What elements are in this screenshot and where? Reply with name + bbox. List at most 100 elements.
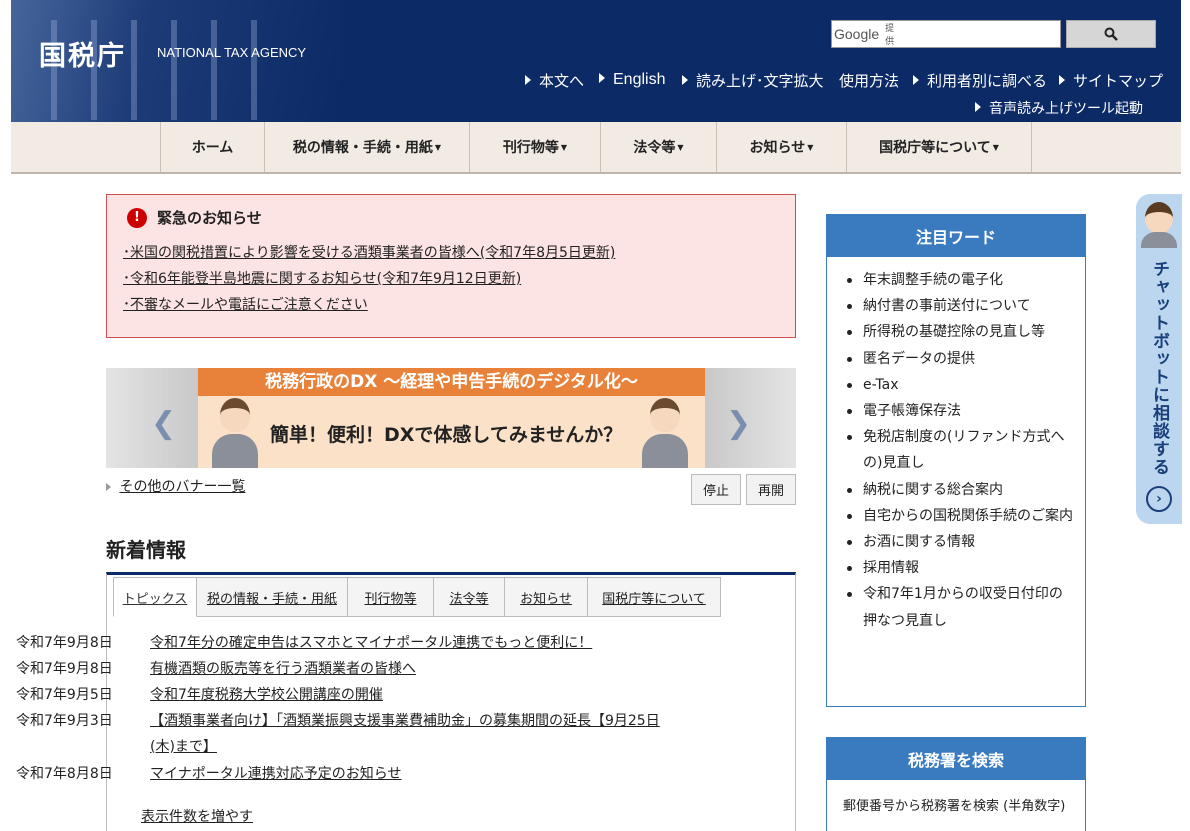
news-heading: 新着情報 (106, 538, 186, 562)
tab-notices[interactable]: お知らせ (505, 577, 588, 617)
news-date: 令和7年9月5日 (16, 687, 113, 703)
triangle-right-icon (106, 483, 111, 491)
util-link-english[interactable]: English (599, 70, 665, 89)
emergency-link[interactable]: ･不審なメールや電話にご注意ください (123, 292, 779, 318)
util-link-readaloud[interactable]: 読み上げ･文字拡大 (682, 70, 824, 91)
keywords-list: 年末調整手続の電子化 納付書の事前送付について 所得税の基礎控除の見直し等 匿名… (827, 257, 1085, 634)
util-link-skip-label: 本文へ (539, 72, 585, 90)
nav-notices[interactable]: お知らせ ▼ (717, 122, 847, 172)
tab-laws[interactable]: 法令等 (434, 577, 505, 617)
util-link-readaloud-label: 読み上げ･文字拡大 (696, 72, 824, 90)
voice-tool-link[interactable]: 音声読み上げツール起動 (975, 98, 1143, 118)
tab-about[interactable]: 国税庁等について (588, 577, 721, 617)
util-link-by-user-label: 利用者別に調べる (927, 72, 1048, 90)
chatbot-avatar-body (1141, 232, 1177, 248)
triangle-right-icon (525, 75, 531, 85)
nav-about[interactable]: 国税庁等について ▼ (847, 122, 1032, 172)
global-nav: ホーム 税の情報・手続・用紙 ▼ 刊行物等 ▼ 法令等 ▼ お知らせ ▼ 国税庁等につい… (11, 122, 1181, 174)
banner-slide[interactable]: 税務行政のDX ～経理や申告手続のデジタル化～ 簡単！便利！DXで体感してみませ… (198, 368, 705, 468)
util-link-skip[interactable]: 本文へ (525, 70, 584, 91)
keyword-link[interactable]: 免税店制度の(リファンド方式への)見直し (845, 424, 1075, 476)
banner-illustration-woman-phone (206, 396, 262, 468)
nav-tax-info[interactable]: 税の情報・手続・用紙 ▼ (265, 122, 470, 172)
nav-home[interactable]: ホーム (161, 122, 265, 172)
chevron-right-icon[interactable]: ❯ (726, 406, 751, 441)
nav-laws[interactable]: 法令等 ▼ (601, 122, 717, 172)
chatbot-launcher[interactable]: チャットボットに相談する › (1136, 194, 1182, 524)
news-item: 令和7年9月3日 【酒類事業者向け】「酒類業振興支援事業費補助金」の募集期間の延… (16, 708, 670, 760)
site-header: 国税庁 NATIONAL TAX AGENCY Google 提供 本文へ En… (11, 0, 1181, 122)
news-date: 令和7年9月3日 (16, 713, 113, 729)
util-link-howto[interactable]: 使用方法 (839, 70, 899, 91)
util-link-sitemap[interactable]: サイトマップ (1059, 70, 1163, 91)
carousel-resume-button[interactable]: 再開 (746, 474, 796, 505)
keyword-link[interactable]: 匿名データの提供 (845, 346, 1075, 372)
keyword-link[interactable]: e-Tax (845, 372, 1075, 398)
nav-tax-info-label: 税の情報・手続・用紙 (292, 140, 433, 156)
nav-laws-label: 法令等 (633, 140, 676, 156)
keyword-link[interactable]: 所得税の基礎控除の見直し等 (845, 319, 1075, 345)
site-logo[interactable]: 国税庁 (39, 34, 126, 73)
chatbot-avatar-icon (1145, 202, 1173, 234)
util-link-howto-label: 使用方法 (839, 72, 900, 90)
news-title-link[interactable]: 【酒類事業者向け】「酒類業振興支援事業費補助金」の募集期間の延長【9月25日(木… (150, 708, 670, 760)
search-input[interactable] (894, 22, 1072, 46)
news-item: 令和7年9月5日 令和7年度税務大学校公開講座の開催 (16, 682, 670, 708)
nav-publications-label: 刊行物等 (502, 140, 559, 156)
keyword-link[interactable]: 納税に関する総合案内 (845, 477, 1075, 503)
keyword-link[interactable]: 年末調整手続の電子化 (845, 267, 1075, 293)
emergency-link[interactable]: ･令和6年能登半島地震に関するお知らせ(令和7年9月12日更新) (123, 266, 779, 292)
tab-publications[interactable]: 刊行物等 (348, 577, 434, 617)
triangle-right-icon (913, 75, 919, 85)
chevron-left-icon[interactable]: ❮ (151, 406, 176, 441)
banner-illustration-woman-laptop (636, 396, 692, 468)
chatbot-label: チャットボットに相談する (1149, 260, 1169, 476)
keyword-link[interactable]: 自宅からの国税関係手続のご案内 (845, 503, 1075, 529)
carousel-stop-button[interactable]: 停止 (691, 474, 741, 505)
banner-headline: 税務行政のDX ～経理や申告手続のデジタル化～ (198, 368, 705, 396)
nav-notices-label: お知らせ (749, 140, 806, 156)
util-link-by-user[interactable]: 利用者別に調べる (913, 70, 1047, 91)
caret-down-icon: ▼ (807, 142, 814, 152)
news-tabs: トピックス 税の情報・手続・用紙 刊行物等 法令等 お知らせ 国税庁等について (113, 577, 721, 617)
news-date: 令和7年9月8日 (16, 635, 113, 651)
emergency-notice-box: ! 緊急のお知らせ ･米国の関税措置により影響を受ける酒類事業者の皆様へ(令和7… (106, 194, 796, 338)
nav-publications[interactable]: 刊行物等 ▼ (470, 122, 601, 172)
keyword-link[interactable]: 電子帳簿保存法 (845, 398, 1075, 424)
emergency-link[interactable]: ･米国の関税措置により影響を受ける酒類事業者の皆様へ(令和7年8月5日更新) (123, 240, 779, 266)
banner-tagline: 簡単！便利！DXで体感してみませんか？ (270, 424, 623, 446)
caret-down-icon: ▼ (434, 142, 442, 152)
news-title-link[interactable]: 令和7年分の確定申告はスマホとマイナポータル連携でもっと便利に！ (150, 630, 670, 656)
voice-tool-label: 音声読み上げツール起動 (989, 101, 1143, 117)
banner-list-link[interactable]: その他のバナー一覧 (119, 479, 245, 495)
search-input-wrapper[interactable]: Google 提供 (831, 20, 1072, 48)
util-link-english-label: English (613, 71, 666, 88)
tab-tax-info[interactable]: 税の情報・手続・用紙 (197, 577, 348, 617)
keywords-box: 注目ワード 年末調整手続の電子化 納付書の事前送付について 所得税の基礎控除の見… (826, 214, 1086, 707)
keyword-link[interactable]: お酒に関する情報 (845, 529, 1075, 555)
news-title-link[interactable]: 令和7年度税務大学校公開講座の開催 (150, 682, 670, 708)
office-search-box: 税務署を検索 郵便番号から税務署を検索 (半角数字) (826, 737, 1086, 831)
tab-topics[interactable]: トピックス (113, 577, 197, 617)
emergency-title: 緊急のお知らせ (157, 209, 262, 227)
search-button[interactable] (1066, 20, 1156, 48)
news-date: 令和7年9月8日 (16, 661, 113, 677)
news-title-link[interactable]: 有機酒類の販売等を行う酒類業者の皆様へ (150, 656, 670, 682)
news-item: 令和7年8月8日 マイナポータル連携対応予定のお知らせ (16, 761, 670, 787)
site-logo-english: NATIONAL TAX AGENCY (157, 45, 307, 60)
keyword-link[interactable]: 納付書の事前送付について (845, 293, 1075, 319)
keyword-link[interactable]: 令和7年1月からの収受日付印の押なつ見直し (845, 581, 1075, 633)
chevron-right-circle-icon: › (1146, 486, 1172, 512)
search-icon (1104, 27, 1118, 41)
google-brand-sub: 提供 (885, 24, 895, 47)
news-title-link[interactable]: マイナポータル連携対応予定のお知らせ (150, 761, 670, 787)
caret-down-icon: ▼ (677, 142, 684, 152)
news-item: 令和7年9月8日 令和7年分の確定申告はスマホとマイナポータル連携でもっと便利に… (16, 630, 670, 656)
triangle-right-icon (682, 75, 688, 85)
keyword-link[interactable]: 採用情報 (845, 555, 1075, 581)
news-more-link[interactable]: 表示件数を増やす (141, 806, 253, 826)
google-brand: Google (834, 26, 880, 42)
nav-home-label: ホーム (191, 140, 234, 156)
banner-list-link-row: その他のバナー一覧 (106, 476, 245, 496)
util-link-sitemap-label: サイトマップ (1073, 72, 1164, 90)
